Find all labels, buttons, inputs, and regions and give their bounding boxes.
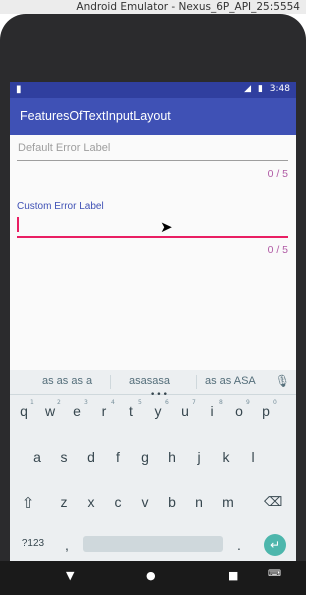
key-hint: 2	[57, 399, 61, 406]
key-l[interactable]: l	[247, 449, 259, 465]
recents-icon[interactable]: ■	[228, 569, 238, 582]
key-u[interactable]: u	[179, 403, 191, 419]
keyboard-row-3: ⇧ z x c v b n m ⌫	[10, 490, 296, 516]
key-v[interactable]: v	[139, 494, 151, 510]
key-hint: 6	[165, 399, 169, 406]
shift-icon[interactable]: ⇧	[20, 494, 36, 512]
suggestion-divider	[196, 375, 197, 389]
key-hint: 3	[84, 399, 88, 406]
navigation-bar: ▼ ● ■ ⌨	[0, 561, 306, 595]
key-hint: 1	[30, 399, 34, 406]
symbols-key[interactable]: ?123	[18, 538, 48, 549]
screen: ▮ ◢ ▮ 3:48 FeaturesOfTextInputLayout Def…	[10, 82, 296, 575]
key-q[interactable]: q	[18, 403, 30, 419]
key-g[interactable]: g	[139, 449, 151, 465]
backspace-icon[interactable]: ⌫	[264, 494, 282, 510]
battery-icon: ▮	[257, 84, 263, 94]
enter-icon[interactable]: ↵	[264, 534, 286, 556]
form: Default Error Label 0 / 5 Custom Error L…	[10, 135, 296, 370]
suggestion-3[interactable]: as as ASA	[205, 375, 256, 387]
comma-key[interactable]: ,	[62, 537, 72, 553]
key-b[interactable]: b	[166, 494, 178, 510]
key-hint: 7	[192, 399, 196, 406]
key-hint: 5	[138, 399, 142, 406]
status-right: ◢ ▮ 3:48	[240, 84, 290, 94]
key-a[interactable]: a	[31, 449, 43, 465]
window-title: Android Emulator - Nexus_6P_API_25:5554	[76, 1, 300, 13]
suggestion-2[interactable]: asasasa	[129, 375, 170, 387]
key-o[interactable]: o	[232, 403, 246, 419]
status-time: 3:48	[269, 84, 290, 94]
key-hint: 4	[111, 399, 115, 406]
key-r[interactable]: r	[98, 403, 110, 419]
key-f[interactable]: f	[112, 449, 124, 465]
key-hint: 9	[246, 399, 250, 406]
key-h[interactable]: h	[166, 449, 178, 465]
key-n[interactable]: n	[193, 494, 205, 510]
key-s[interactable]: s	[58, 449, 70, 465]
key-e[interactable]: e	[71, 403, 83, 419]
text-cursor	[17, 217, 19, 232]
key-t[interactable]: t	[125, 403, 137, 419]
key-x[interactable]: x	[85, 494, 97, 510]
keyboard-icon[interactable]: ⌨	[268, 569, 281, 579]
default-field-counter: 0 / 5	[267, 168, 288, 180]
keyboard-row-4: ?123 , . ↵	[10, 533, 296, 559]
key-p[interactable]: p	[259, 403, 273, 419]
key-k[interactable]: k	[220, 449, 232, 465]
key-y[interactable]: y	[152, 403, 164, 419]
mic-icon[interactable]: 🎙	[275, 374, 290, 388]
key-hint: 0	[273, 399, 277, 406]
key-d[interactable]: d	[85, 449, 97, 465]
soft-keyboard: as as as a asasasa as as ASA 🎙 ••• 1 2 3…	[10, 370, 296, 575]
period-key[interactable]: .	[234, 537, 244, 553]
key-m[interactable]: m	[220, 494, 236, 510]
home-icon[interactable]: ●	[146, 569, 156, 582]
key-i[interactable]: i	[206, 403, 218, 419]
mouse-pointer-icon: ➤	[160, 218, 173, 236]
keyboard-row-2: a s d f g h j k l	[10, 445, 296, 471]
key-hint: 8	[219, 399, 223, 406]
signal-icon: ◢	[244, 84, 252, 94]
default-field-hint[interactable]: Default Error Label	[18, 142, 110, 154]
key-c[interactable]: c	[112, 494, 124, 510]
custom-field-underline[interactable]	[17, 236, 288, 238]
keyboard-row-1: 1 2 3 4 5 6 7 8 9 0 q w e r t y u i o p	[10, 398, 296, 424]
key-w[interactable]: w	[43, 403, 57, 419]
app-title: FeaturesOfTextInputLayout	[20, 109, 171, 123]
key-z[interactable]: z	[58, 494, 70, 510]
app-bar: FeaturesOfTextInputLayout	[10, 98, 296, 135]
suggestion-1[interactable]: as as as a	[42, 375, 92, 387]
custom-field-counter: 0 / 5	[267, 244, 288, 256]
status-bar: ▮ ◢ ▮ 3:48	[10, 82, 296, 98]
default-field-underline[interactable]	[17, 160, 288, 161]
custom-field-label: Custom Error Label	[17, 201, 104, 212]
suggestion-divider	[110, 375, 111, 389]
device-frame: ▮ ◢ ▮ 3:48 FeaturesOfTextInputLayout Def…	[0, 14, 306, 595]
sd-card-icon: ▮	[16, 84, 22, 95]
space-bar[interactable]	[83, 536, 223, 552]
emulator-titlebar: Android Emulator - Nexus_6P_API_25:5554	[0, 0, 306, 14]
key-j[interactable]: j	[193, 449, 205, 465]
back-icon[interactable]: ▼	[66, 569, 74, 582]
